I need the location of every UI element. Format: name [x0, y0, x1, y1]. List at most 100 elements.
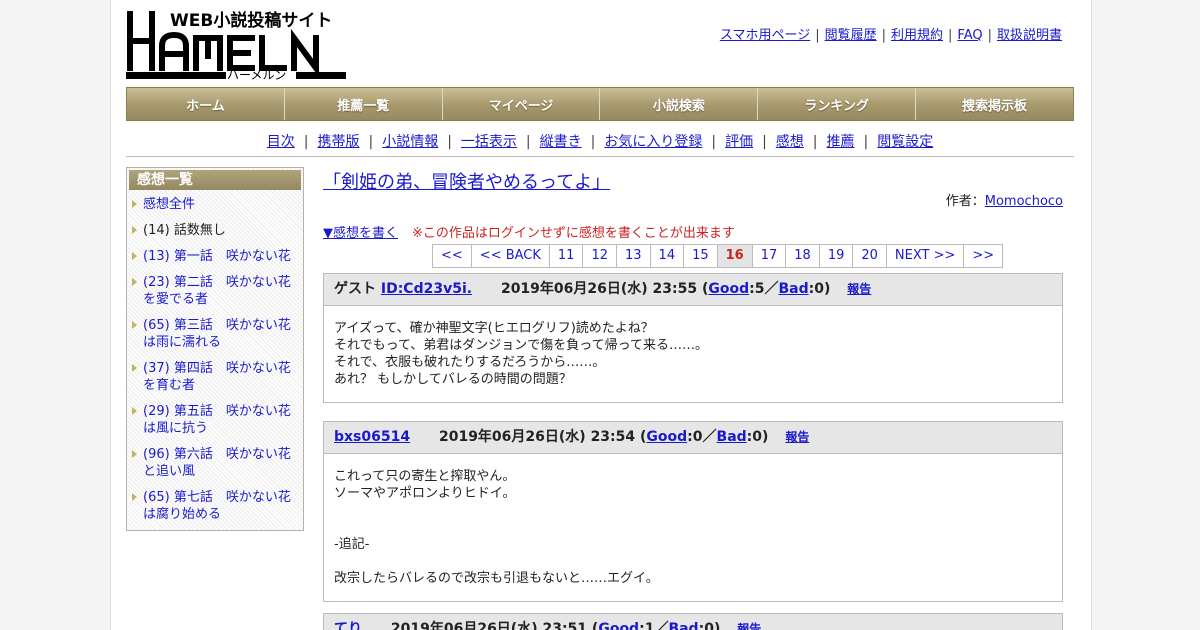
sidebar-item-ep7[interactable]: (65) 第七話 咲かない花は腐り始める — [143, 490, 291, 522]
comment-line: 改宗したらバレるので改宗も引退もないと……エグイ。 — [334, 571, 659, 586]
comment-body: アイズって、確か神聖文字(ヒエログリフ)読めたよね？ それでもって、弟君はダンジ… — [324, 306, 1062, 402]
page-11[interactable]: 11 — [549, 245, 584, 267]
separator: | — [948, 28, 953, 43]
nav-ranking[interactable]: ランキング — [758, 88, 917, 120]
page-14[interactable]: 14 — [650, 245, 685, 267]
subnav-mobile[interactable]: 携帯版 — [317, 134, 359, 150]
subnav-toc[interactable]: 目次 — [267, 134, 295, 150]
bad-link[interactable]: Bad — [668, 621, 698, 630]
page-first[interactable]: << — [433, 245, 472, 267]
page-back[interactable]: << BACK — [471, 245, 550, 267]
page-18[interactable]: 18 — [786, 245, 820, 267]
page-19[interactable]: 19 — [819, 245, 854, 267]
page-next[interactable]: NEXT >> — [886, 245, 965, 267]
arrow-icon — [132, 278, 137, 286]
comment-line: -追記- — [334, 537, 370, 552]
author-link[interactable]: Momochoco — [985, 194, 1063, 209]
report-link[interactable]: 報告 — [847, 282, 871, 296]
page-13[interactable]: 13 — [617, 245, 651, 267]
subnav-rating[interactable]: 評価 — [725, 134, 753, 150]
page-20[interactable]: 20 — [853, 245, 887, 267]
comment-line — [334, 553, 1052, 570]
comment-date-text: 2019年06月26日(水) 23:54 — [438, 429, 636, 445]
nav-search-board[interactable]: 捜索掲示板 — [916, 88, 1073, 120]
nav-recommend-list[interactable]: 推薦一覧 — [284, 88, 443, 120]
bad-link[interactable]: Bad — [779, 281, 809, 297]
nav-novel-search[interactable]: 小説検索 — [600, 88, 759, 120]
hameln-logo-icon: WEB小説投稿サイト ハーメルン — [126, 10, 346, 82]
site-logo[interactable]: WEB小説投稿サイト ハーメルン — [126, 8, 348, 82]
sidebar-title: 感想一覧 — [129, 170, 301, 190]
page-17[interactable]: 17 — [752, 245, 787, 267]
comment-header: てり 2019年06月26日(水) 23:51 (Good:1／Bad:0) 報… — [324, 614, 1062, 630]
author-label: 作者： — [945, 194, 985, 209]
page-container: WEB小説投稿サイト ハーメルン スマホ用ページ | 閲覧履歴 | 利用規約 | FAQ | — [110, 0, 1092, 630]
sidebar-item: (96) 第六話 咲かない花と追い風 — [127, 446, 299, 480]
arrow-icon — [132, 364, 137, 372]
report-link[interactable]: 報告 — [785, 430, 809, 444]
main-content: 「剣姫の弟、冒険者やめるってよ」 作者：Momochoco ▼感想を書く ※この作… — [323, 167, 1063, 630]
separator: | — [303, 134, 309, 150]
divider — [126, 156, 1074, 157]
subnav-show-all[interactable]: 一括表示 — [461, 134, 517, 150]
arrow-icon — [132, 450, 137, 458]
comment-line: あれ？ もしかしてバレるの時間の問題？ — [334, 372, 572, 387]
work-title[interactable]: 「剣姫の弟、冒険者やめるってよ」 — [323, 168, 610, 194]
sidebar-item-ep1[interactable]: (13) 第一話 咲かない花 — [143, 249, 291, 264]
comment-line: それでもって、弟君はダンジョンで傷を負って帰って来る……。 — [334, 338, 709, 353]
sidebar-item-ep4[interactable]: (37) 第四話 咲かない花を育む者 — [143, 361, 291, 393]
separator: | — [711, 134, 717, 150]
toplink-smartphone[interactable]: スマホ用ページ — [720, 28, 810, 43]
main-nav: ホーム 推薦一覧 マイページ 小説検索 ランキング 捜索掲示板 — [126, 87, 1074, 121]
sidebar-item-ep3[interactable]: (65) 第三話 咲かない花は雨に濡れる — [143, 318, 291, 350]
subnav-view-settings[interactable]: 閲覧設定 — [877, 134, 933, 150]
comment-user-link[interactable]: bxs06514 — [334, 429, 410, 445]
subnav-favorite[interactable]: お気に入り登録 — [604, 134, 702, 150]
page-last[interactable]: >> — [964, 245, 1004, 267]
sidebar: 感想一覧 感想全件 (14) 話数無し (13) 第一話 咲かない花 (23) … — [126, 167, 304, 531]
write-note: ※この作品はログインせずに感想を書くことが出来ます — [412, 226, 735, 241]
nav-mypage[interactable]: マイページ — [442, 88, 601, 120]
author-line: 作者：Momochoco — [946, 190, 1063, 209]
report-link[interactable]: 報告 — [737, 622, 761, 630]
write-comment-link[interactable]: ▼感想を書く — [323, 226, 398, 241]
good-link[interactable]: Good — [646, 429, 687, 445]
sidebar-item: (14) 話数無し — [127, 222, 299, 239]
nav-home[interactable]: ホーム — [127, 88, 285, 120]
sidebar-item-ep6[interactable]: (96) 第六話 咲かない花と追い風 — [143, 447, 291, 479]
bad-count: 0 — [814, 281, 825, 297]
toplink-manual[interactable]: 取扱説明書 — [997, 28, 1062, 43]
sub-nav: 目次 | 携帯版 | 小説情報 | 一括表示 | 縦書き | お気に入り登録 | 評価 | 感想 | 推薦 | 閲覧… — [126, 131, 1074, 151]
toplink-faq[interactable]: FAQ — [957, 28, 982, 43]
subnav-comments[interactable]: 感想 — [776, 134, 804, 150]
separator: | — [987, 28, 992, 43]
good-link[interactable]: Good — [708, 281, 749, 297]
toplink-terms[interactable]: 利用規約 — [891, 28, 943, 43]
page-15[interactable]: 15 — [684, 245, 718, 267]
bad-link[interactable]: Bad — [717, 429, 747, 445]
comment-user-link[interactable]: ID:Cd23v5i. — [381, 281, 472, 297]
sidebar-item: (65) 第三話 咲かない花は雨に濡れる — [127, 317, 299, 351]
page-12[interactable]: 12 — [583, 245, 617, 267]
comment-line — [334, 519, 1052, 536]
comment-user-prefix: ゲスト — [334, 281, 376, 297]
sidebar-item-all[interactable]: 感想全件 — [143, 197, 195, 212]
sidebar-item: 感想全件 — [127, 196, 299, 213]
toplink-history[interactable]: 閲覧履歴 — [825, 28, 877, 43]
good-link[interactable]: Good — [598, 621, 639, 630]
sidebar-list: 感想全件 (14) 話数無し (13) 第一話 咲かない花 (23) 第二話 咲… — [127, 196, 303, 523]
separator: | — [863, 134, 869, 150]
bad-count: 0 — [704, 621, 714, 630]
sidebar-item-ep2[interactable]: (23) 第二話 咲かない花を愛でる者 — [143, 275, 291, 307]
subnav-novel-info[interactable]: 小説情報 — [382, 134, 438, 150]
sidebar-item: (37) 第四話 咲かない花を育む者 — [127, 360, 299, 394]
comment-user-link[interactable]: てり — [334, 621, 362, 630]
page-current: 16 — [717, 245, 753, 267]
subnav-recommend[interactable]: 推薦 — [827, 134, 855, 150]
sidebar-item-ep5[interactable]: (29) 第五話 咲かない花は風に抗う — [143, 404, 291, 436]
separator: | — [447, 134, 452, 150]
comment-date-text: 2019年06月26日(水) 23:55 — [500, 281, 698, 297]
arrow-icon — [132, 493, 137, 501]
comment-date: 2019年06月26日(水) 23:54 (Good:0／Bad:0) — [438, 429, 769, 445]
subnav-vertical[interactable]: 縦書き — [540, 134, 582, 150]
